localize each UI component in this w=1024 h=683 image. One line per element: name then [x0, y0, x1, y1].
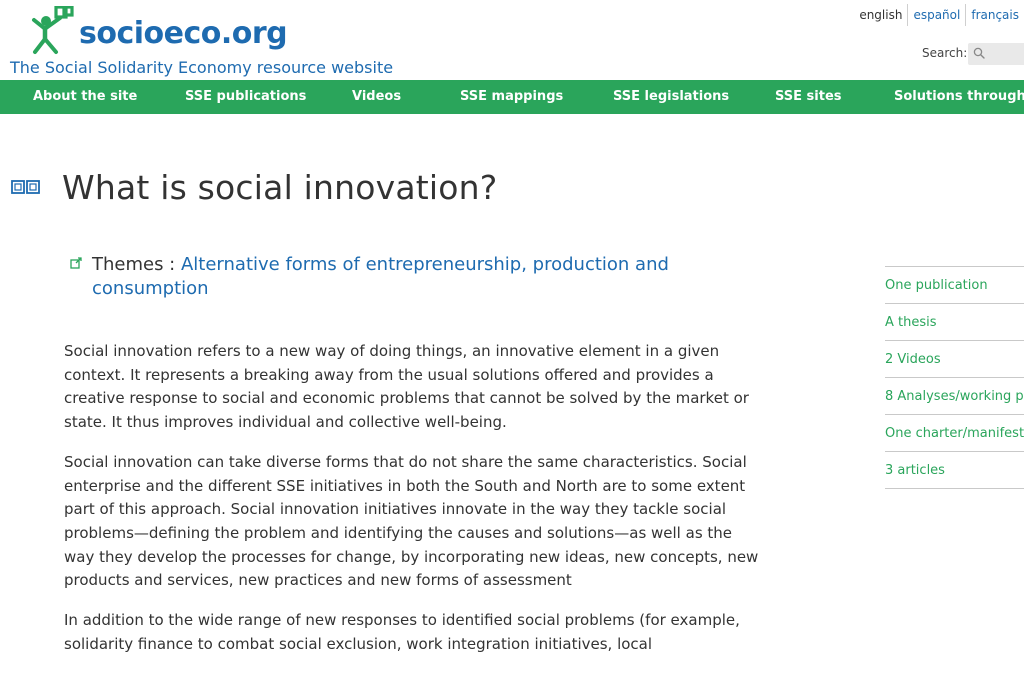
sidebar-item-videos[interactable]: 2 Videos	[885, 341, 1024, 378]
themes-line: Themes : Alternative forms of entreprene…	[92, 253, 762, 301]
sidebar-item-publication[interactable]: One publication	[885, 267, 1024, 304]
boxes-icon	[11, 180, 40, 194]
lang-espanol[interactable]: español	[907, 4, 965, 26]
nav-sse-sites[interactable]: SSE sites	[775, 80, 842, 114]
paragraph: In addition to the wide range of new res…	[64, 611, 740, 653]
page-title: What is social innovation?	[62, 168, 498, 207]
tag-icon	[70, 257, 82, 269]
nav-about-the-site[interactable]: About the site	[33, 80, 137, 114]
resources-sidebar: One publication A thesis 2 Videos 8 Anal…	[885, 266, 1024, 489]
nav-solutions-through-sse[interactable]: Solutions through SSE	[894, 80, 1024, 114]
site-tagline: The Social Solidarity Economy resource w…	[10, 58, 394, 77]
nav-sse-mappings[interactable]: SSE mappings	[460, 80, 563, 114]
sidebar-item-analyses[interactable]: 8 Analyses/working papers	[885, 378, 1024, 415]
language-switcher: english español français	[854, 4, 1024, 26]
search-icon[interactable]	[973, 47, 985, 59]
sidebar-item-charter[interactable]: One charter/manifesto	[885, 415, 1024, 452]
main-nav: About the site SSE publications Videos S…	[0, 80, 1024, 114]
sidebar-item-thesis[interactable]: A thesis	[885, 304, 1024, 341]
nav-videos[interactable]: Videos	[352, 80, 401, 114]
paragraph: Social innovation can take diverse forms…	[64, 452, 759, 590]
sidebar-item-articles[interactable]: 3 articles	[885, 452, 1024, 489]
nav-sse-legislations[interactable]: SSE legislations	[613, 80, 729, 114]
socioeco-logo[interactable]	[26, 6, 76, 56]
lang-francais[interactable]: français	[965, 4, 1024, 26]
themes-label: Themes :	[92, 254, 181, 275]
nav-sse-publications[interactable]: SSE publications	[185, 80, 306, 114]
lang-english[interactable]: english	[854, 4, 907, 26]
site-name[interactable]: socioeco.org	[79, 14, 288, 54]
article-body: Social innovation refers to a new way of…	[64, 340, 764, 672]
paragraph: Social innovation refers to a new way of…	[64, 342, 749, 432]
search-label: Search:	[922, 46, 968, 60]
